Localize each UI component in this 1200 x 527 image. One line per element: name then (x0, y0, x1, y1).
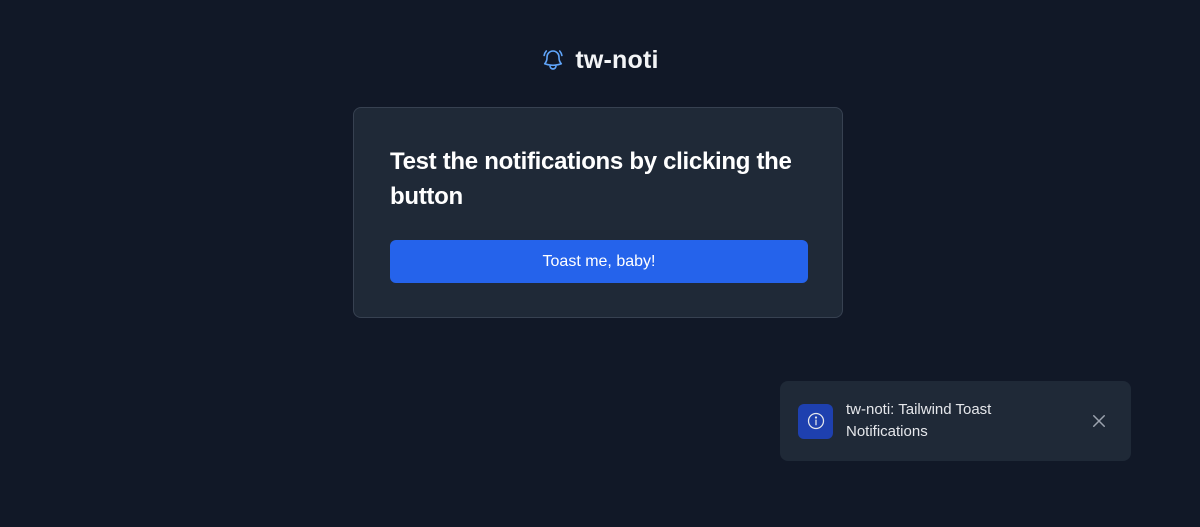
info-icon (798, 403, 833, 439)
test-card: Test the notifications by clicking the b… (353, 107, 843, 318)
toast-notification: tw-noti: Tailwind Toast Notifications (780, 381, 1131, 461)
toast-message: tw-noti: Tailwind Toast Notifications (846, 401, 992, 440)
app-title: tw-noti (575, 45, 659, 74)
app-header: tw-noti (0, 44, 1200, 76)
close-icon[interactable] (1087, 409, 1111, 433)
card-heading: Test the notifications by clicking the b… (390, 148, 792, 210)
toast-button[interactable]: Toast me, baby! (390, 240, 808, 283)
bell-icon (541, 48, 565, 72)
